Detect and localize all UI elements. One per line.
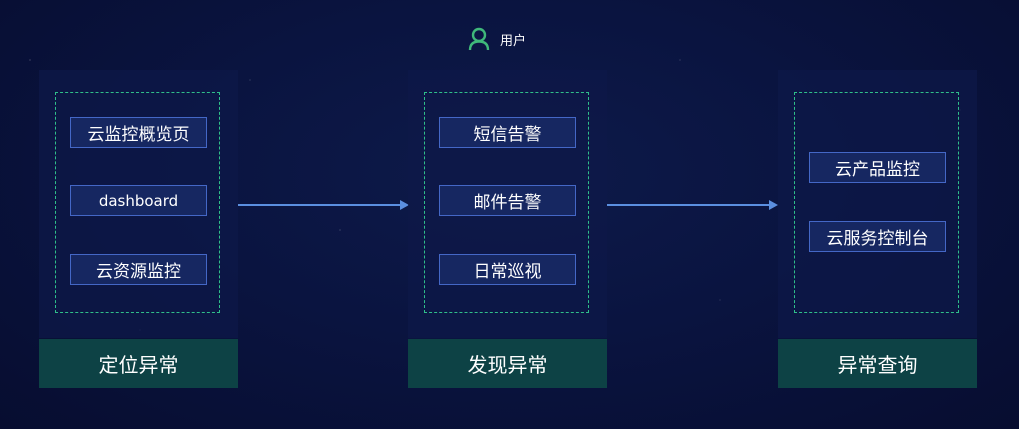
item-group: 云监控概览页 dashboard 云资源监控 [55, 92, 220, 313]
item-daily-patrol[interactable]: 日常巡视 [439, 254, 576, 285]
item-group: 云产品监控 云服务控制台 [794, 92, 959, 313]
column-panel: 短信告警 邮件告警 日常巡视 [408, 70, 607, 338]
item-cloud-product-monitor[interactable]: 云产品监控 [809, 152, 946, 183]
flow-arrow [238, 198, 410, 212]
item-sms-alert[interactable]: 短信告警 [439, 117, 576, 148]
item-cloud-monitor-overview[interactable]: 云监控概览页 [70, 117, 207, 148]
item-cloud-resource-monitor[interactable]: 云资源监控 [70, 254, 207, 285]
column-title: 定位异常 [39, 339, 238, 388]
column-detect-anomaly: 短信告警 邮件告警 日常巡视 发现异常 [408, 70, 607, 388]
column-title: 异常查询 [778, 339, 977, 388]
item-cloud-service-console[interactable]: 云服务控制台 [809, 221, 946, 252]
user-node: 用户 [468, 27, 526, 51]
column-locate-anomaly: 云监控概览页 dashboard 云资源监控 定位异常 [39, 70, 238, 388]
item-dashboard[interactable]: dashboard [70, 185, 207, 216]
flow-arrow [607, 198, 779, 212]
item-group: 短信告警 邮件告警 日常巡视 [424, 92, 589, 313]
column-panel: 云产品监控 云服务控制台 [778, 70, 977, 338]
user-label: 用户 [500, 33, 527, 49]
column-title: 发现异常 [408, 339, 607, 388]
item-email-alert[interactable]: 邮件告警 [439, 185, 576, 216]
column-query-anomaly: 云产品监控 云服务控制台 异常查询 [778, 70, 977, 388]
column-panel: 云监控概览页 dashboard 云资源监控 [39, 70, 238, 338]
user-icon [468, 27, 490, 51]
